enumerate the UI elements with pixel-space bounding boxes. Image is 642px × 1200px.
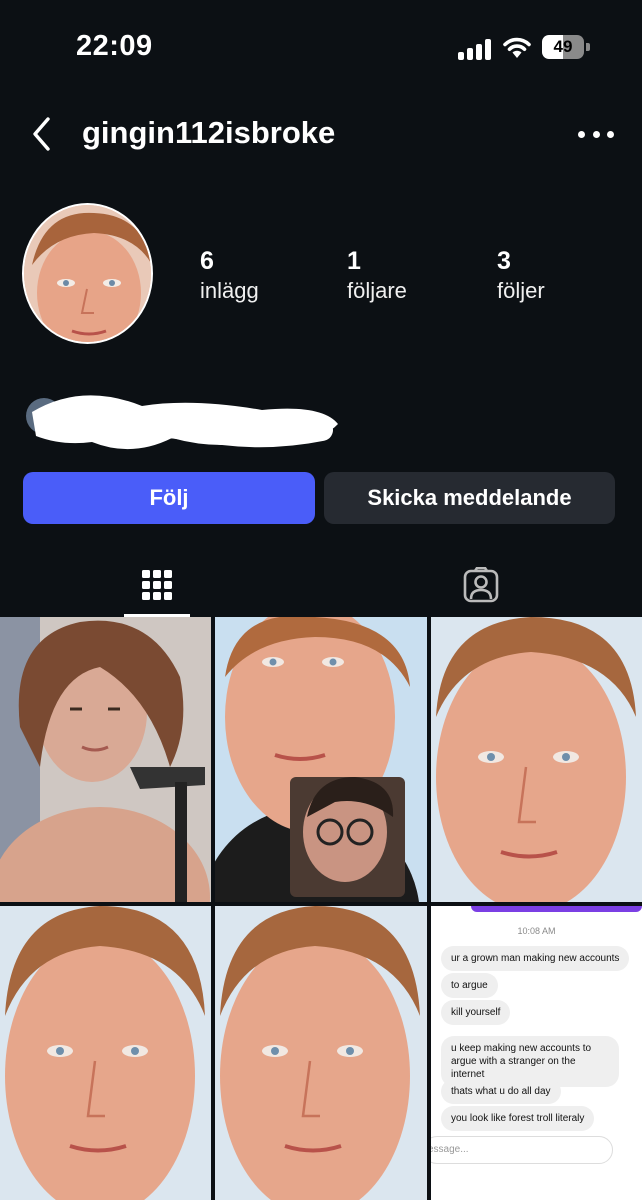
tab-posts-grid[interactable] <box>124 553 190 617</box>
wifi-icon <box>503 37 531 58</box>
profile-header: gingin112isbroke <box>0 100 642 170</box>
stat-followers[interactable]: 1 följare <box>347 246 407 306</box>
battery-icon: 49 <box>542 35 590 59</box>
profile-tabs <box>0 553 642 617</box>
chat-message: you look like forest troll literaly <box>441 1106 595 1131</box>
chat-message: thats what u do all day <box>441 1079 561 1104</box>
post-thumbnail[interactable] <box>215 906 427 1200</box>
chevron-left-icon[interactable] <box>28 114 56 154</box>
redaction-scribble <box>26 395 338 450</box>
stat-following-label: följer <box>497 278 545 303</box>
stat-posts-count: 6 <box>200 247 214 275</box>
status-time: 22:09 <box>76 30 153 62</box>
chat-message-input: essage... <box>431 1136 613 1164</box>
post-thumbnail[interactable] <box>0 906 211 1200</box>
stat-following[interactable]: 3 följer <box>497 246 545 306</box>
chat-timestamp: 10:08 AM <box>517 926 556 936</box>
stat-following-count: 3 <box>497 247 511 275</box>
tagged-person-icon <box>463 567 499 603</box>
stat-posts[interactable]: 6 inlägg <box>200 246 259 306</box>
post-thumbnail[interactable] <box>0 617 211 902</box>
status-bar: 22:09 49 <box>0 0 642 96</box>
posts-grid: 10:08 AM ur a grown man making new accou… <box>0 617 642 1200</box>
grid-icon <box>142 570 172 600</box>
profile-username: gingin112isbroke <box>82 115 336 150</box>
avatar[interactable] <box>22 203 153 344</box>
ellipsis-icon[interactable] <box>578 120 614 148</box>
stat-followers-label: följare <box>347 278 407 303</box>
chat-message: ur a grown man making new accounts <box>441 946 630 971</box>
send-message-button[interactable]: Skicka meddelande <box>324 472 615 524</box>
cellular-signal-icon <box>458 38 492 60</box>
tab-tagged[interactable] <box>448 553 514 617</box>
post-thumbnail[interactable] <box>215 617 427 902</box>
post-thumbnail-chat-screenshot[interactable]: 10:08 AM ur a grown man making new accou… <box>431 906 642 1200</box>
post-thumbnail[interactable] <box>431 617 642 902</box>
chat-message: kill yourself <box>441 1000 511 1025</box>
chat-header-bar <box>471 906 642 912</box>
chat-message: to argue <box>441 973 498 998</box>
battery-level: 49 <box>553 37 573 56</box>
stat-followers-count: 1 <box>347 247 361 275</box>
stat-posts-label: inlägg <box>200 278 259 303</box>
follow-button[interactable]: Följ <box>23 472 315 524</box>
